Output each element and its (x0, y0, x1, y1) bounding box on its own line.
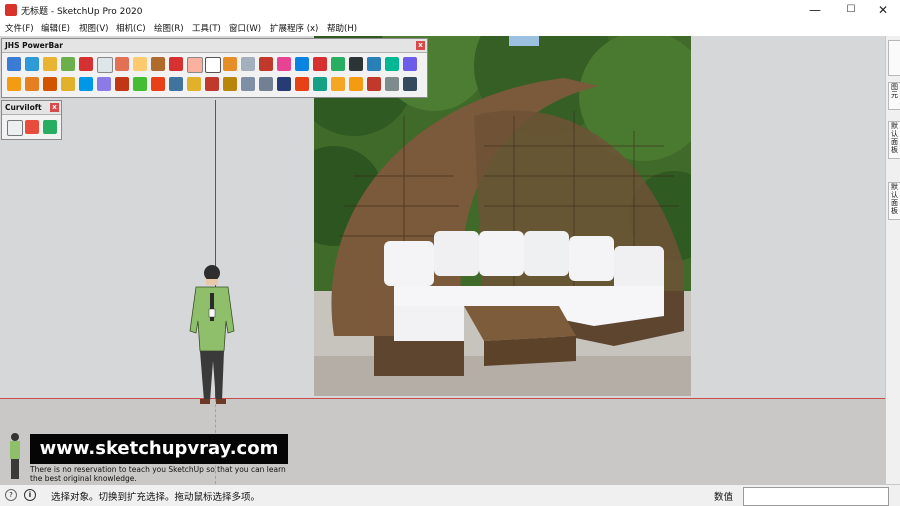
tool-icon[interactable] (151, 57, 165, 71)
status-bar: ? i 选择对象。切换到扩充选择。拖动鼠标选择多项。 数值 (0, 484, 900, 506)
jhs-powerbar-panel[interactable]: JHS PowerBar x (1, 38, 428, 98)
jhs-powerbar-close-button[interactable]: x (416, 41, 425, 50)
tool-icon[interactable] (385, 77, 399, 91)
tool-icon[interactable] (241, 77, 255, 91)
banner-subtitle: There is no reservation to teach you Ske… (30, 465, 286, 483)
tool-icon[interactable] (223, 77, 237, 91)
title-bar: 无标题 - SketchUp Pro 2020 — ☐ ✕ (0, 0, 900, 20)
tool-icon[interactable] (43, 57, 57, 71)
tool-icon[interactable] (241, 57, 255, 71)
status-message: 选择对象。切换到扩充选择。拖动鼠标选择多项。 (51, 492, 261, 503)
tool-icon[interactable] (25, 77, 39, 91)
curviloft-close-button[interactable]: x (50, 103, 59, 112)
tool-icon[interactable] (403, 57, 417, 71)
tool-icon[interactable] (115, 77, 129, 91)
tool-icon[interactable] (133, 77, 147, 91)
skin-contour-icon[interactable] (43, 120, 57, 134)
geo-location-icon[interactable]: ? (5, 489, 17, 501)
tool-icon[interactable] (295, 77, 309, 91)
tool-icon[interactable] (25, 57, 39, 71)
tray-tab-default-2[interactable]: 默认面板 (888, 182, 900, 220)
tool-icon[interactable] (277, 57, 291, 71)
curviloft-title: Curviloft (5, 103, 42, 112)
tool-icon[interactable] (385, 57, 399, 71)
loft-along-path-icon[interactable] (25, 120, 39, 134)
tool-icon[interactable] (295, 57, 309, 71)
curviloft-header[interactable]: Curviloft x (2, 101, 61, 115)
window-title: 无标题 - SketchUp Pro 2020 (21, 7, 143, 17)
jhs-powerbar-header[interactable]: JHS PowerBar x (2, 39, 427, 53)
tool-icon[interactable] (7, 77, 21, 91)
tool-icon[interactable] (79, 57, 93, 71)
tool-icon[interactable] (133, 57, 147, 71)
tool-icon[interactable] (313, 57, 327, 71)
tool-icon[interactable] (331, 77, 345, 91)
menu-extensions[interactable]: 扩展程序 (x) (270, 22, 318, 34)
loft-by-spline-icon[interactable] (7, 120, 23, 136)
tool-icon[interactable] (349, 77, 363, 91)
default-tray-tabs: 图元 默认面板 默认面板 (885, 36, 900, 484)
tool-icon[interactable] (7, 57, 21, 71)
tool-icon[interactable] (97, 77, 111, 91)
tool-icon[interactable] (169, 57, 183, 71)
tool-icon[interactable] (187, 57, 203, 73)
tool-icon[interactable] (43, 77, 57, 91)
sketchup-logo-icon (5, 4, 17, 16)
tray-tab-blank[interactable] (888, 40, 900, 76)
tool-icon[interactable] (223, 57, 237, 71)
menu-draw[interactable]: 绘图(R) (154, 22, 184, 34)
menu-edit[interactable]: 编辑(E) (41, 22, 70, 34)
menu-view[interactable]: 视图(V) (79, 22, 108, 34)
tool-icon[interactable] (61, 57, 75, 71)
tool-icon[interactable] (97, 57, 113, 73)
menu-help[interactable]: 帮助(H) (327, 22, 357, 34)
menu-camera[interactable]: 相机(C) (116, 22, 146, 34)
tool-icon[interactable] (367, 57, 381, 71)
menu-window[interactable]: 窗口(W) (229, 22, 261, 34)
tray-tab-entity[interactable]: 图元 (888, 82, 900, 110)
tool-icon[interactable] (79, 77, 93, 91)
menu-file[interactable]: 文件(F) (5, 22, 34, 34)
model-viewport[interactable]: JHS PowerBar x Curviloft x (0, 36, 885, 484)
menu-bar: 文件(F) 编辑(E) 视图(V) 相机(C) 绘图(R) 工具(T) 窗口(W… (0, 20, 900, 36)
tool-icon[interactable] (313, 77, 327, 91)
tool-icon[interactable] (187, 77, 201, 91)
mini-figure-logo (10, 433, 20, 479)
tool-icon[interactable] (61, 77, 75, 91)
x-axis (0, 398, 885, 399)
close-button[interactable]: ✕ (866, 0, 900, 20)
jhs-powerbar-title: JHS PowerBar (5, 41, 63, 50)
tray-tab-default[interactable]: 默认面板 (888, 121, 900, 159)
minimize-button[interactable]: — (798, 0, 832, 20)
scale-figure[interactable] (186, 261, 242, 406)
tool-icon[interactable] (259, 57, 273, 71)
curviloft-panel[interactable]: Curviloft x (1, 100, 62, 140)
tool-icon[interactable] (367, 77, 381, 91)
tool-icon[interactable] (331, 57, 345, 71)
tool-icon[interactable] (349, 57, 363, 71)
menu-tools[interactable]: 工具(T) (192, 22, 221, 34)
tool-icon[interactable] (115, 57, 129, 71)
tool-icon[interactable] (277, 77, 291, 91)
info-icon[interactable]: i (24, 489, 36, 501)
tool-icon[interactable] (169, 77, 183, 91)
tool-icon[interactable] (151, 77, 165, 91)
measurements-input[interactable] (743, 487, 889, 506)
tool-icon[interactable] (403, 77, 417, 91)
website-banner: www.sketchupvray.com (30, 434, 288, 464)
measurements-label: 数值 (714, 492, 734, 503)
tool-icon[interactable] (205, 77, 219, 91)
tool-icon[interactable] (205, 57, 221, 73)
maximize-button[interactable]: ☐ (834, 0, 868, 20)
tool-icon[interactable] (259, 77, 273, 91)
